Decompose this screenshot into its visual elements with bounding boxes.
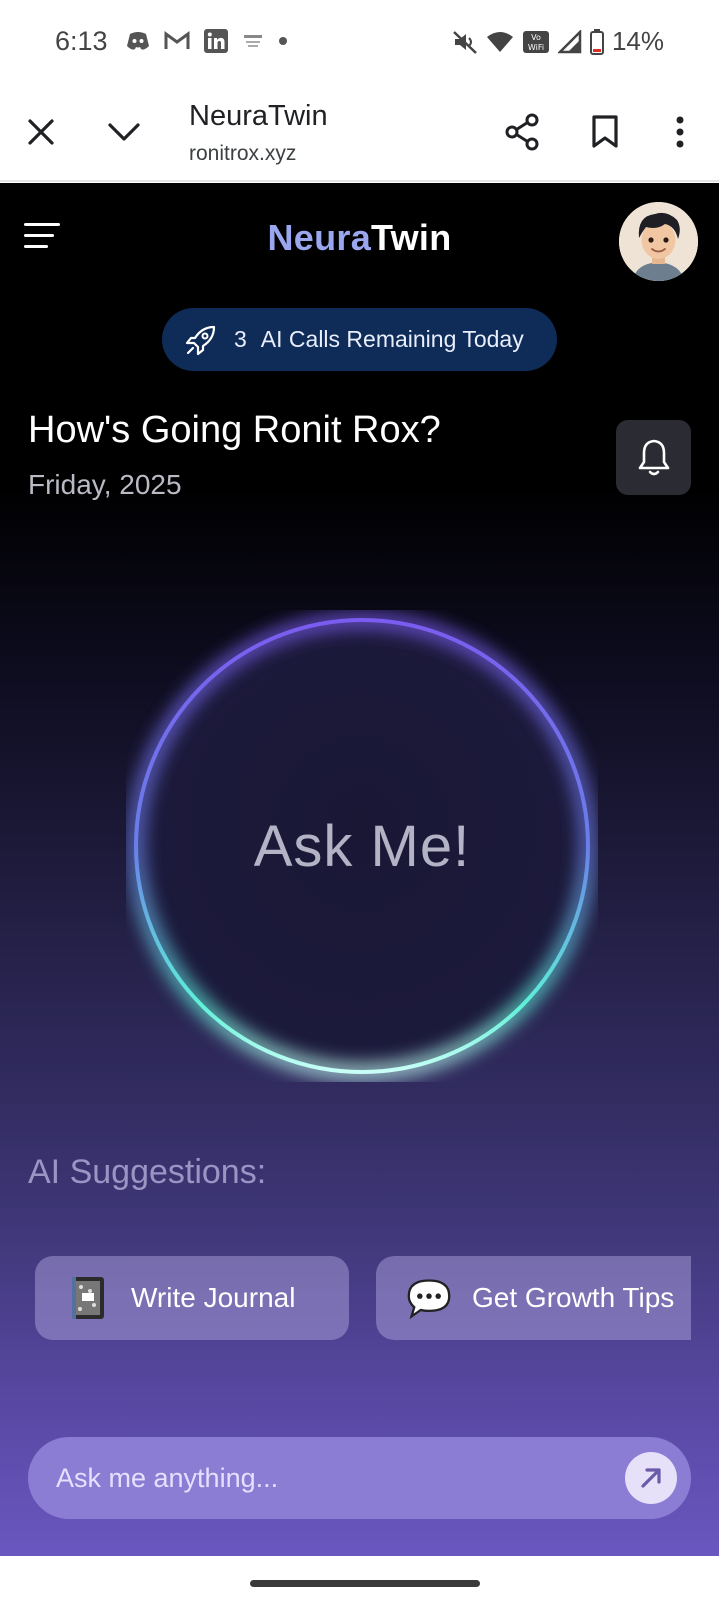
rocket-icon	[185, 325, 216, 355]
more-options-button[interactable]	[656, 108, 704, 156]
battery-icon	[589, 28, 604, 55]
suggestion-growth-tips-button[interactable]: Get Growth Tips	[376, 1256, 691, 1340]
date-subtitle: Friday, 2025	[28, 469, 182, 500]
system-navigation-bar	[0, 1556, 719, 1600]
gesture-handle[interactable]	[250, 1580, 480, 1587]
ask-me-orb-button[interactable]: Ask Me!	[126, 610, 598, 1082]
ai-calls-label: AI Calls Remaining Today	[260, 326, 524, 352]
notebook-icon	[65, 1275, 111, 1321]
gmail-icon	[164, 31, 190, 49]
share-icon	[505, 113, 539, 151]
greeting-heading: How's Going Ronit Rox?	[28, 409, 441, 451]
page-url[interactable]: ronitrox.xyz	[189, 142, 296, 166]
suggestions-scroll-area: Get Growth Tips	[376, 1256, 691, 1340]
user-avatar-icon	[619, 202, 698, 281]
suggestions-heading: AI Suggestions:	[28, 1153, 267, 1191]
page-title: NeuraTwin	[189, 100, 328, 132]
ask-input-bar	[28, 1437, 691, 1519]
browser-toolbar: NeuraTwin ronitrox.xyz	[0, 84, 719, 182]
close-tab-button[interactable]	[17, 108, 65, 156]
suggestion-write-journal-button[interactable]: Write Journal	[35, 1256, 349, 1340]
signal-icon	[557, 29, 582, 53]
svg-text:Vo: Vo	[531, 33, 541, 42]
more-vert-icon	[676, 116, 684, 148]
app-page: NeuraTwin 3 AI Calls Remaining Today How…	[0, 183, 719, 1556]
ask-input[interactable]	[28, 1462, 625, 1494]
dot-icon	[279, 37, 287, 45]
ask-me-label: Ask Me!	[253, 813, 471, 879]
share-button[interactable]	[498, 108, 546, 156]
status-notification-icons	[126, 29, 288, 53]
send-button[interactable]	[625, 1452, 677, 1504]
ai-calls-remaining-badge: 3 AI Calls Remaining Today	[162, 308, 557, 371]
suggestion-label: Get Growth Tips	[472, 1282, 675, 1313]
ai-calls-count: 3	[234, 326, 247, 352]
close-icon	[28, 119, 54, 145]
arrow-up-right-icon	[641, 1468, 661, 1488]
status-time: 6:13	[55, 26, 108, 56]
minimize-tab-button[interactable]	[100, 108, 148, 156]
discord-icon	[127, 32, 149, 50]
status-system-icons: Vo WiFi 14%	[452, 26, 664, 57]
speech-bubble-icon	[406, 1275, 452, 1321]
status-bar: 6:13 Vo WiFi 14%	[0, 0, 719, 84]
suggestion-label: Write Journal	[131, 1282, 296, 1313]
vowifi-icon: VoWiFi	[522, 30, 549, 53]
chevron-down-icon	[108, 123, 140, 141]
brand-part-twin: Twin	[371, 217, 452, 258]
bookmark-button[interactable]	[581, 108, 629, 156]
notification-icon	[244, 35, 262, 47]
bell-icon	[638, 439, 669, 475]
brand-logo: NeuraTwin	[0, 217, 719, 259]
wifi-icon	[486, 31, 513, 52]
brand-part-neura: Neura	[267, 217, 372, 258]
battery-percentage: 14%	[611, 26, 664, 56]
linkedin-icon	[204, 29, 228, 53]
bookmark-icon	[592, 115, 618, 148]
notifications-button[interactable]	[616, 420, 691, 495]
avatar[interactable]	[619, 202, 698, 281]
svg-text:WiFi: WiFi	[528, 43, 544, 52]
mute-icon	[453, 30, 477, 54]
